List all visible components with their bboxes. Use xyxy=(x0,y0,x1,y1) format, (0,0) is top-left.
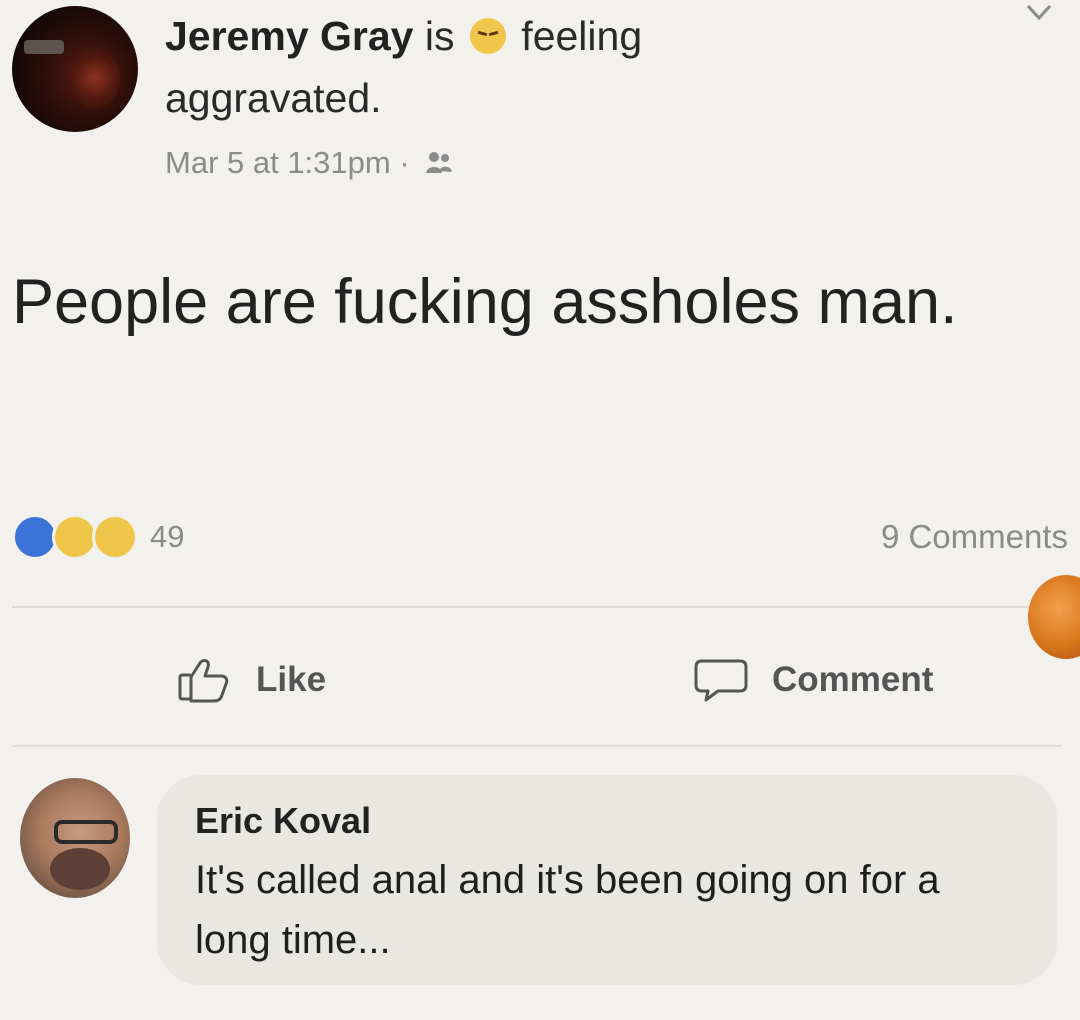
beard-graphic xyxy=(50,848,110,890)
facebook-post: Jeremy Gray is feeling aggravated. Mar 5… xyxy=(0,0,1080,1020)
divider xyxy=(12,606,1062,608)
friends-icon[interactable] xyxy=(424,146,454,173)
divider xyxy=(12,745,1062,747)
mood-text: aggravated. xyxy=(165,75,382,121)
reaction-count: 49 xyxy=(150,519,185,554)
like-button[interactable]: Like xyxy=(176,650,326,710)
comments-count[interactable]: 9 Comments xyxy=(881,515,1068,559)
speech-bubble-icon xyxy=(694,659,748,702)
is-text: is xyxy=(424,13,455,59)
avatar-highlight xyxy=(70,48,120,108)
comment-author[interactable]: Eric Koval xyxy=(195,798,371,844)
post-header: Jeremy Gray is feeling xyxy=(165,10,642,62)
comment-label: Comment xyxy=(772,660,934,699)
feeling-text: feeling xyxy=(521,13,643,59)
commenter-avatar[interactable] xyxy=(20,778,130,898)
sticker-icon xyxy=(1028,575,1080,659)
glasses-graphic xyxy=(54,820,118,844)
like-label: Like xyxy=(256,660,327,699)
author-avatar[interactable] xyxy=(12,6,138,132)
wow-reaction-icon xyxy=(92,514,138,560)
post-timestamp[interactable]: Mar 5 at 1:31pm xyxy=(165,145,391,180)
chevron-down-icon[interactable] xyxy=(1024,2,1054,24)
angry-face-icon xyxy=(469,18,506,54)
comment-text: It's called anal and it's been going on … xyxy=(195,858,940,962)
meta-separator: · xyxy=(399,145,410,180)
thumbs-up-icon xyxy=(178,658,229,703)
comment-button[interactable]: Comment xyxy=(692,650,933,710)
author-name[interactable]: Jeremy Gray xyxy=(165,13,413,59)
post-body: People are fucking assholes man. xyxy=(12,267,958,337)
avatar-badge xyxy=(24,40,64,54)
reactions-summary[interactable]: 49 xyxy=(12,514,185,560)
post-meta: Mar 5 at 1:31pm · xyxy=(165,143,454,183)
